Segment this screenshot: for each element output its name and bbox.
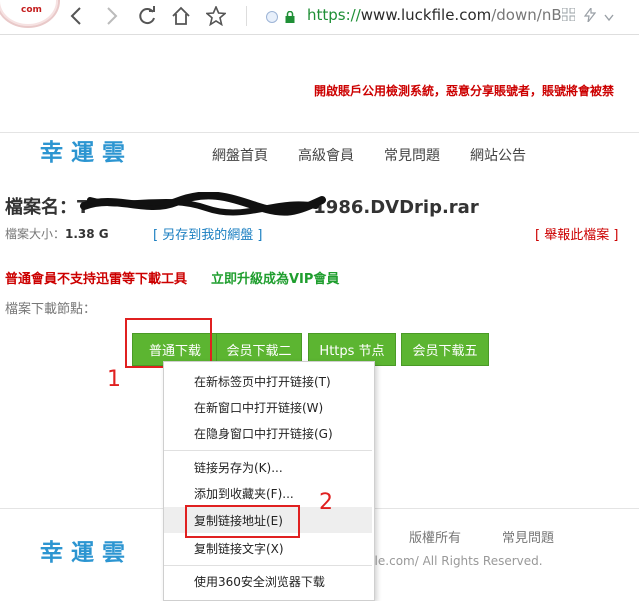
file-name-suffix: 1986.DVDrip.rar <box>313 197 479 218</box>
ctx-add-bookmark[interactable]: 添加到收藏夹(F)... <box>164 480 372 506</box>
chevron-down-icon[interactable] <box>604 10 614 26</box>
logo-text: com <box>21 5 42 15</box>
main-menu: 網盤首頁 高級會員 常見問題 網站公告 <box>212 145 556 165</box>
lock-icon[interactable] <box>285 8 295 23</box>
download-node-label: 檔案下載節點： <box>5 302 97 317</box>
toolbar-divider <box>246 6 247 26</box>
url-host: www.luckfile.com <box>360 6 492 24</box>
file-size: 檔案大小：1.38 G <box>5 225 109 242</box>
star-icon[interactable] <box>204 4 228 28</box>
url-path: /down/nB <box>491 6 562 24</box>
ctx-save-link-as[interactable]: 链接另存为(K)... <box>164 454 372 480</box>
footer-copyright-text: file.com/ All Rights Reserved. <box>367 554 543 568</box>
home-icon[interactable] <box>170 4 192 28</box>
menu-announcements[interactable]: 網站公告 <box>470 145 526 165</box>
browser-toolbar: com https://www.luckfile.com/down/nB <box>0 0 639 35</box>
ctx-open-incognito[interactable]: 在隐身窗口中打开链接(G) <box>164 420 372 446</box>
lightning-icon[interactable] <box>583 6 597 26</box>
annotation-step-2: 2 <box>319 490 333 515</box>
site-logo: com <box>0 0 60 28</box>
menu-home[interactable]: 網盤首頁 <box>212 145 268 165</box>
ctx-open-new-window[interactable]: 在新窗口中打开链接(W) <box>164 394 372 420</box>
ctx-copy-link-text[interactable]: 复制链接文字(X) <box>164 535 372 561</box>
save-to-disk-link[interactable]: [ 另存到我的網盤 ] <box>153 224 262 243</box>
footer-faq-link[interactable]: 常見問題 <box>502 527 554 546</box>
ctx-separator <box>164 565 372 566</box>
file-size-label: 檔案大小： <box>5 227 66 241</box>
file-size-value: 1.38 G <box>65 227 109 241</box>
annotation-step-1: 1 <box>107 367 121 392</box>
menu-faq[interactable]: 常見問題 <box>384 145 440 165</box>
footer-copyright-link[interactable]: 版權所有 <box>409 527 461 546</box>
account-sharing-notice: 開啟賬戶公用檢測系統，惡意分享賬號者，賬號將會被禁 <box>314 84 615 98</box>
vip-restriction-notice: 普通會員不支持迅雷等下載工具 <box>5 272 188 287</box>
ctx-open-new-tab[interactable]: 在新标签页中打开链接(T) <box>164 368 372 394</box>
url-scheme: https:// <box>307 6 361 24</box>
upgrade-vip-link[interactable]: 立即升級成為VIP會員 <box>211 268 339 287</box>
link-context-menu: 在新标签页中打开链接(T) 在新窗口中打开链接(W) 在隐身窗口中打开链接(G)… <box>163 361 375 601</box>
annotation-box-2 <box>185 505 300 538</box>
redaction-scribble <box>80 192 326 216</box>
site-info-icon[interactable] <box>266 11 278 23</box>
forward-arrow-icon[interactable] <box>102 4 122 28</box>
footer-brand[interactable]: 幸運雲 <box>40 533 133 567</box>
grid-icon[interactable] <box>561 7 576 25</box>
ctx-separator <box>164 450 372 451</box>
address-bar-url[interactable]: https://www.luckfile.com/down/nB <box>307 6 562 24</box>
site-brand[interactable]: 幸運雲 <box>40 133 133 167</box>
menu-vip[interactable]: 高級會員 <box>298 145 354 165</box>
report-file-link[interactable]: [ 舉報此檔案 ] <box>535 224 618 243</box>
back-arrow-icon[interactable] <box>66 4 86 28</box>
member-download-5-button[interactable]: 会员下载五 <box>401 333 489 366</box>
ctx-download-360[interactable]: 使用360安全浏览器下载 <box>164 568 372 594</box>
file-name-label: 檔案名： <box>5 197 77 218</box>
reload-icon[interactable] <box>136 4 158 28</box>
